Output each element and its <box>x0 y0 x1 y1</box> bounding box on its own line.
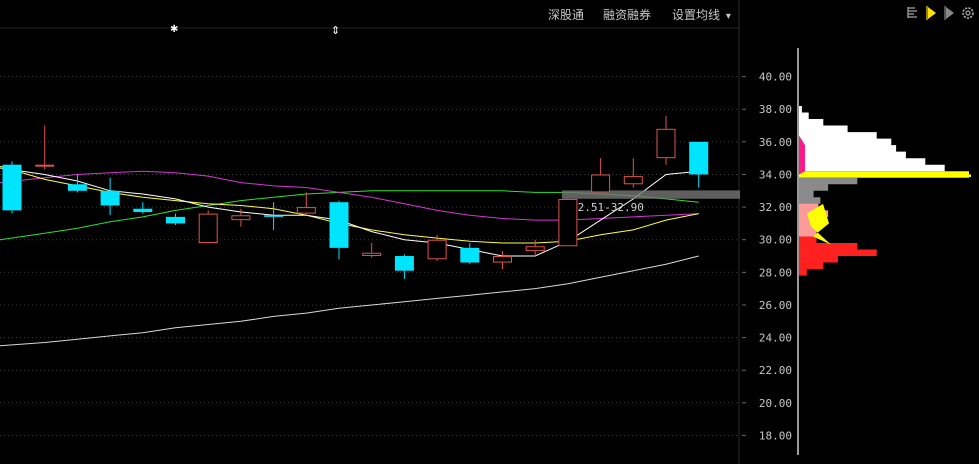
y-tick-label: 26.00 <box>759 299 792 312</box>
y-tick-label: 40.00 <box>759 71 792 84</box>
ma120-line <box>0 255 699 347</box>
candlestick-chart: 18.00 20.00 22.00 24.00 26.00 28.00 30.00 32.00… <box>0 0 971 464</box>
candle-body-down <box>460 247 480 263</box>
price-band: 32.51-32.90 <box>562 190 740 214</box>
candle-body-down <box>2 164 22 211</box>
y-tick-label: 38.00 <box>759 103 792 116</box>
profile-upper-area <box>799 106 945 172</box>
y-tick-label: 18.00 <box>759 429 792 442</box>
updown-marker-icon: ⇕ <box>331 24 341 37</box>
volume-profile <box>799 106 971 276</box>
candle-body-up <box>35 164 55 167</box>
chart-toolbar: 深股通 融资融券 设置均线 ▾ ✱ ⇕ <box>0 0 740 37</box>
profile-low-area <box>799 236 877 276</box>
candle-body-down <box>166 216 185 224</box>
candle-body-down <box>394 256 414 271</box>
candle-body-down <box>100 190 120 206</box>
list-lines-icon[interactable] <box>907 7 917 18</box>
candle-body-down <box>264 215 284 217</box>
ma-settings-button[interactable]: 设置均线 ▾ <box>672 6 731 23</box>
candle-body-up <box>525 246 545 252</box>
star-marker-icon: ✱ <box>170 24 179 35</box>
candle-body-up <box>558 198 578 247</box>
candle-body-down <box>689 141 709 175</box>
candle-body-up <box>231 215 251 221</box>
y-tick-label: 30.00 <box>759 234 792 247</box>
candle-body-down <box>329 202 349 248</box>
price-band-label: 32.51-32.90 <box>571 201 644 214</box>
candle-body-up <box>591 174 611 193</box>
profile-peak-line <box>799 174 971 177</box>
candle-body-up <box>493 256 512 263</box>
price-band-rect <box>562 190 740 199</box>
candle-body-up <box>427 239 447 260</box>
candle-body-down <box>67 184 87 191</box>
candle-body-up <box>296 207 316 214</box>
y-tick-label: 28.00 <box>759 266 792 279</box>
play-grey-icon[interactable] <box>944 6 954 20</box>
ma-settings-label: 设置均线 <box>672 8 721 22</box>
candle-body-up <box>362 252 382 257</box>
profile-toolbar <box>905 4 979 22</box>
margin-trading-button[interactable]: 融资融券 <box>603 6 651 23</box>
play-yellow-icon[interactable] <box>926 6 936 20</box>
y-tick-label: 24.00 <box>759 332 792 345</box>
chevron-down-icon: ▾ <box>725 11 731 22</box>
candle-body-up <box>656 128 676 159</box>
y-tick-label: 32.00 <box>759 201 792 214</box>
shengutong-button[interactable]: 深股通 <box>548 6 584 23</box>
y-axis-ticks: 18.00 20.00 22.00 24.00 26.00 28.00 30.00 32.00… <box>742 71 792 442</box>
candle-body-down <box>133 208 153 212</box>
candle-body-up <box>198 213 218 243</box>
y-tick-label: 34.00 <box>759 168 792 181</box>
y-tick-label: 22.00 <box>759 364 792 377</box>
candle-body-up <box>623 176 643 185</box>
gear-icon[interactable] <box>962 7 974 19</box>
y-tick-label: 20.00 <box>759 397 792 410</box>
y-tick-label: 36.00 <box>759 136 792 149</box>
